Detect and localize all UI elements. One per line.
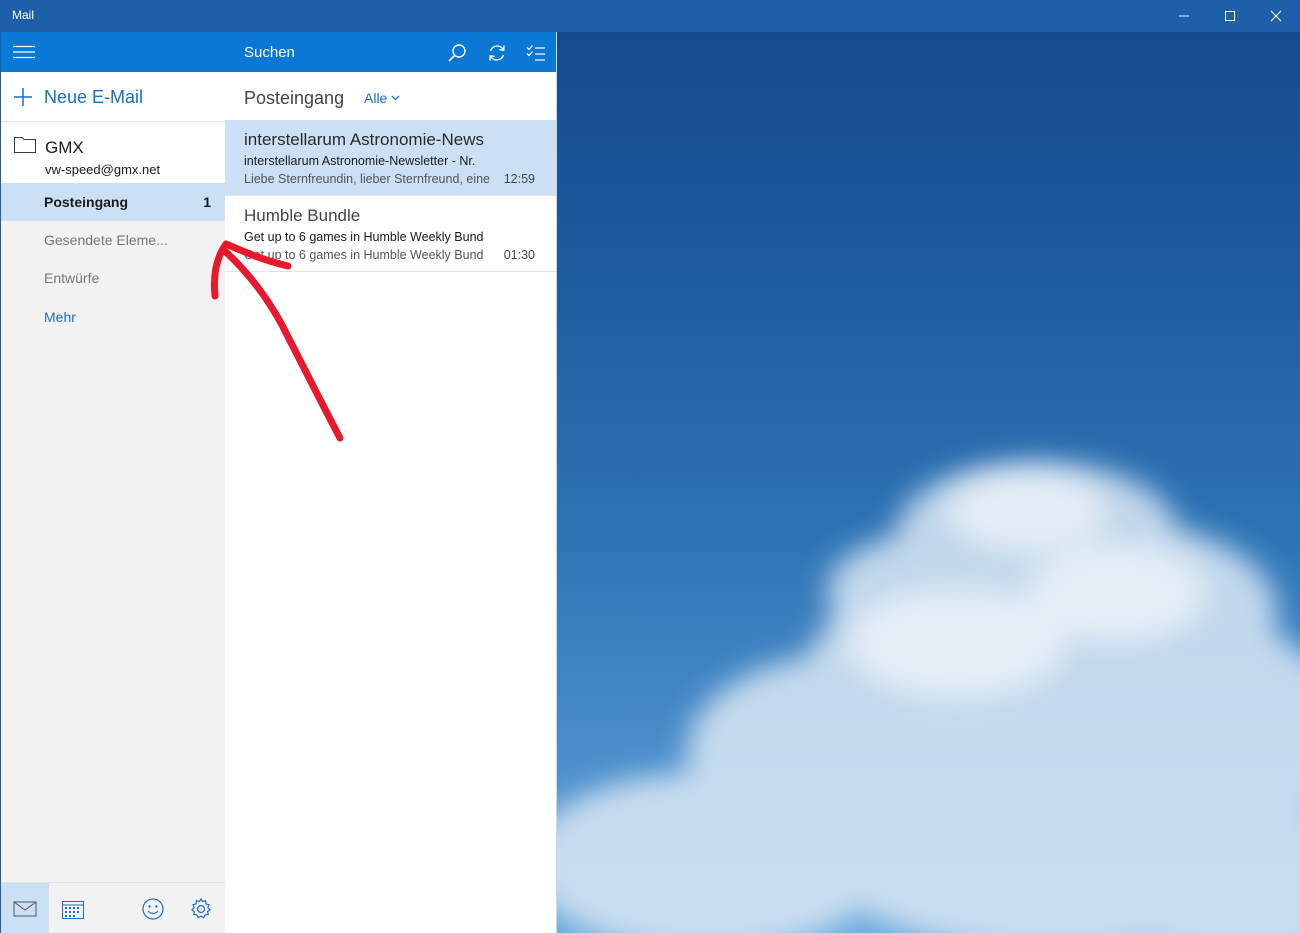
settings-button[interactable] [177, 883, 225, 933]
folder-sent-label: Gesendete Eleme... [44, 232, 168, 248]
message-preview: Get up to 6 games in Humble Weekly Bund [244, 248, 484, 262]
plus-icon [14, 88, 32, 106]
mail-app-button[interactable] [1, 883, 49, 933]
maximize-icon [1225, 11, 1235, 21]
title-bar: Mail [0, 0, 1300, 32]
folder-title: Posteingang [244, 88, 345, 108]
navigation-pane: Neue E-Mail GMX vw-speed@gmx.net Postein… [0, 32, 226, 933]
folder-inbox-label: Posteingang [44, 194, 129, 210]
app-switcher-bar [1, 882, 225, 933]
search-button[interactable] [446, 42, 468, 64]
message-sender: Humble Bundle [244, 206, 361, 225]
message-preview: Liebe Sternfreundin, lieber Sternfreund,… [244, 172, 490, 186]
chevron-down-icon [391, 95, 400, 101]
mail-icon [13, 901, 37, 916]
message-list-pane: Suchen Posteingang Alle interstellarum A… [225, 32, 557, 933]
hamburger-icon [13, 45, 35, 59]
unread-count-badge: 1 [203, 194, 211, 210]
smiley-icon [142, 897, 164, 920]
new-mail-label: Neue E-Mail [44, 87, 144, 107]
filter-label: Alle [364, 90, 388, 106]
account-gmx[interactable]: GMX vw-speed@gmx.net [1, 121, 225, 183]
new-mail-button[interactable]: Neue E-Mail [1, 72, 225, 121]
message-sender: interstellarum Astronomie-News [244, 130, 484, 149]
feedback-button[interactable] [129, 883, 177, 933]
search-box[interactable]: Suchen [244, 44, 295, 61]
nav-header [1, 32, 226, 72]
cloud-background-image [557, 462, 1300, 933]
filter-dropdown[interactable]: Alle [364, 90, 400, 106]
message-subject: Get up to 6 games in Humble Weekly Bund [244, 230, 484, 244]
close-icon [1270, 10, 1282, 22]
search-icon [448, 44, 466, 62]
settings-gear-icon [191, 897, 211, 918]
folder-more-link[interactable]: Mehr [1, 298, 225, 336]
message-time: 01:30 [503, 248, 535, 262]
message-item[interactable]: Humble Bundle Get up to 6 games in Humbl… [225, 196, 556, 272]
close-button[interactable] [1253, 0, 1299, 32]
calendar-icon [62, 900, 84, 919]
calendar-app-button[interactable] [49, 883, 97, 933]
message-time: 12:59 [503, 172, 535, 186]
selection-mode-button[interactable] [525, 42, 547, 64]
folder-sent[interactable]: Gesendete Eleme... [1, 221, 225, 259]
account-name: GMX [45, 138, 84, 157]
reading-pane-background [557, 32, 1300, 933]
folder-icon [14, 137, 36, 153]
checklist-icon [526, 45, 545, 61]
folder-drafts[interactable]: Entwürfe [1, 259, 225, 297]
minimize-icon [1179, 15, 1189, 17]
folder-more-label: Mehr [44, 309, 76, 325]
hamburger-menu-button[interactable] [13, 42, 35, 62]
folder-inbox[interactable]: Posteingang 1 [1, 183, 225, 221]
account-email: vw-speed@gmx.net [45, 162, 161, 177]
folder-drafts-label: Entwürfe [44, 270, 100, 286]
minimize-button[interactable] [1161, 0, 1207, 32]
sync-button[interactable] [486, 42, 508, 64]
list-toolbar: Suchen [225, 32, 556, 72]
maximize-button[interactable] [1207, 0, 1253, 32]
sync-icon [489, 45, 505, 61]
list-header: Posteingang Alle [225, 72, 556, 120]
message-subject: interstellarum Astronomie-Newsletter - N… [244, 154, 476, 168]
message-item[interactable]: interstellarum Astronomie-News interstel… [225, 120, 556, 196]
app-title: Mail [12, 8, 35, 22]
